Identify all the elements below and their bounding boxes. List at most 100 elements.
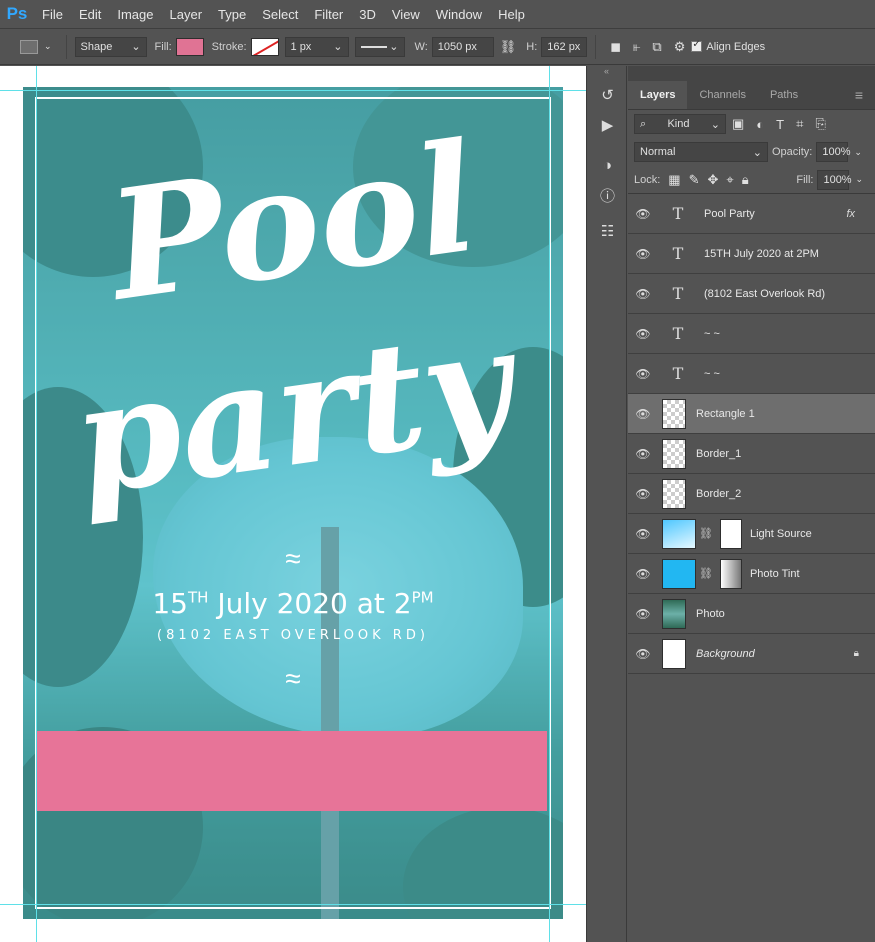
chevron-down-icon[interactable]: ⌄ [44,41,52,52]
eye-icon[interactable]: 👁︎ [628,487,658,501]
text-layer-icon: T [672,244,684,263]
text-layer-icon: T [672,364,684,383]
path-arrangement-icon[interactable]: ⧉ [652,39,661,55]
chain-link-icon[interactable]: ⛓ [699,567,713,580]
tool-preset-swatch[interactable] [20,39,38,54]
fill-input[interactable]: 100% [817,169,852,190]
layer-name: Light Source [749,527,812,540]
fx-icon[interactable]: fx [846,208,855,220]
eye-icon[interactable]: 👁︎ [628,287,658,301]
fill-color-swatch[interactable] [175,37,204,56]
stroke-color-swatch[interactable] [250,37,279,56]
stroke-type-select[interactable]: ⌄ [354,36,405,57]
guide-vertical[interactable] [549,66,550,942]
lock-pixels-icon[interactable]: ✎ [689,172,700,188]
height-input[interactable]: 162 px [541,36,588,57]
menu-select[interactable]: Select [254,0,306,29]
pixel-filter-icon[interactable]: ▣ [732,116,744,132]
guide-vertical[interactable] [36,66,37,942]
eye-icon[interactable]: 👁︎ [628,447,658,461]
menu-layer[interactable]: Layer [162,0,211,29]
layer-row-selected[interactable]: 👁︎ Rectangle 1 [628,394,875,434]
history-icon[interactable]: ↺ [587,80,628,110]
eye-icon[interactable]: 👁︎ [628,327,658,341]
chain-link-icon[interactable]: ⛓ [699,527,713,540]
lock-position-icon[interactable]: ✥ [708,172,719,188]
layer-name: Border_1 [696,447,742,460]
lock-icon[interactable]: 🔒︎ [854,648,859,659]
eye-icon[interactable]: 👁︎ [628,247,658,261]
guide-horizontal[interactable] [0,90,586,91]
layer-row[interactable]: 👁︎ ⛓ Light Source [628,514,875,554]
layer-row[interactable]: 👁︎ T (8102 East Overlook Rd) [628,274,875,314]
collapse-arrows-icon[interactable]: « [587,66,626,80]
chevron-down-icon: ⌄ [131,41,141,53]
link-dimensions-icon[interactable]: ⛓ [500,39,517,55]
layer-row[interactable]: 👁︎ ⛓ Photo Tint [628,554,875,594]
rectangle-1-shape[interactable] [37,731,547,811]
menu-3d[interactable]: 3D [351,0,384,29]
chevron-down-icon[interactable]: ⌄ [854,147,862,158]
panel-tabs: Layers Channels Paths ≡ [628,66,875,110]
layer-row[interactable]: 👁︎ Background 🔒︎ [628,634,875,674]
mask-thumbnail [719,558,742,589]
eye-icon[interactable]: 👁︎ [628,367,658,381]
shape-thumbnail [662,398,686,429]
menu-type[interactable]: Type [210,0,254,29]
panel-menu-icon[interactable]: ≡ [843,81,875,109]
menu-image[interactable]: Image [109,0,161,29]
tab-channels[interactable]: Channels [687,81,757,109]
properties-icon[interactable]: ☷ [587,216,628,246]
divider [595,34,597,59]
gear-icon[interactable]: ⚙ [674,39,686,55]
divider [65,34,67,59]
adjustments-icon[interactable]: ◑ [587,150,628,180]
eye-icon[interactable]: 👁︎ [628,567,658,581]
opacity-input[interactable]: 100% [816,142,851,162]
document-canvas[interactable]: Pool party ≈ 15TH July 2020 at 2PM (8102… [0,66,586,942]
eye-icon[interactable]: 👁︎ [628,207,658,221]
menu-help[interactable]: Help [490,0,533,29]
guide-horizontal[interactable] [0,904,586,905]
adjustment-filter-icon[interactable]: ◐ [756,117,764,132]
eye-icon[interactable]: 👁︎ [628,607,658,621]
layer-row[interactable]: 👁︎ Border_2 [628,474,875,514]
lock-label: Lock: [634,173,661,186]
layer-row[interactable]: 👁︎ Border_1 [628,434,875,474]
mode-select[interactable]: Shape ⌄ [74,36,147,57]
tab-paths[interactable]: Paths [758,81,810,109]
blend-mode-select[interactable]: Normal ⌄ [634,142,768,162]
tab-layers[interactable]: Layers [628,81,688,109]
layer-row[interactable]: 👁︎ T 15TH July 2020 at 2PM [628,234,875,274]
text-layer-icon: T [672,324,684,343]
width-input[interactable]: 1050 px [431,36,494,57]
lock-all-icon[interactable]: 🔒︎ [742,172,749,188]
path-operations-icon[interactable]: ◼ [610,39,621,55]
eye-icon[interactable]: 👁︎ [628,527,658,541]
layer-row[interactable]: 👁︎ Photo [628,594,875,634]
type-filter-icon[interactable]: T [776,117,784,132]
menu-edit[interactable]: Edit [71,0,109,29]
layer-row[interactable]: 👁︎ T Pool Party fx [628,194,875,234]
menu-file[interactable]: File [34,0,71,29]
shape-filter-icon[interactable]: ⌗ [796,116,803,132]
path-alignment-icon[interactable]: ⫦ [633,39,640,55]
chevron-down-icon[interactable]: ⌄ [855,174,863,185]
align-edges-checkbox[interactable] [691,39,703,52]
eye-icon[interactable]: 👁︎ [628,407,658,421]
menu-window[interactable]: Window [428,0,490,29]
search-icon: ⌕ [640,117,647,130]
kind-filter-select[interactable]: ⌕ Kind ⌄ [634,114,726,134]
info-icon[interactable]: ⓘ [587,180,628,210]
menu-view[interactable]: View [384,0,428,29]
layer-row[interactable]: 👁︎ T ~ ~ [628,314,875,354]
lock-artboard-icon[interactable]: ⌖ [726,172,733,188]
smart-object-filter-icon[interactable]: ⎘ [815,116,825,132]
stroke-width-select[interactable]: 1 px ⌄ [284,36,349,57]
blend-row: Normal ⌄ Opacity: 100% ⌄ [628,138,875,166]
layer-row[interactable]: 👁︎ T ~ ~ [628,354,875,394]
lock-transparent-icon[interactable]: ▦ [668,172,680,188]
menu-filter[interactable]: Filter [306,0,351,29]
actions-play-icon[interactable]: ▶ [587,110,628,140]
eye-icon[interactable]: 👁︎ [628,647,658,661]
